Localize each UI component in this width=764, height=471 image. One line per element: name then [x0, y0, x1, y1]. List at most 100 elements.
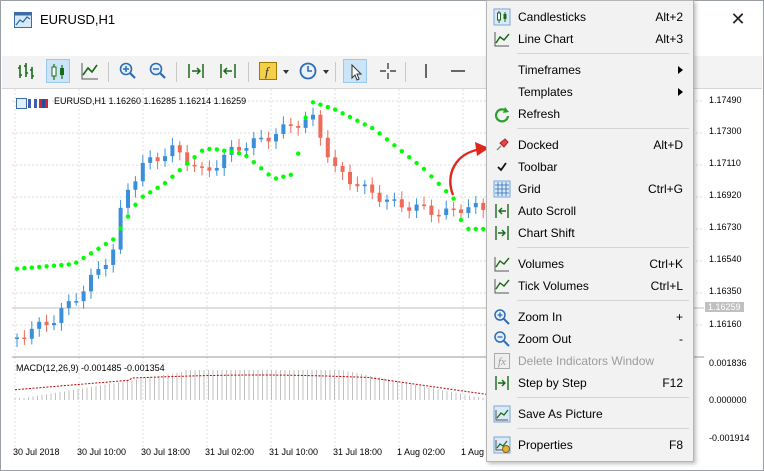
sar-dot [192, 155, 197, 160]
menu-item-chart-shift[interactable]: Chart Shift [489, 222, 691, 244]
toolbar-separator [405, 62, 406, 82]
menu-item-volumes[interactable]: Volumes Ctrl+K [489, 253, 691, 275]
menu-item-save-as-picture[interactable]: Save As Picture [489, 403, 691, 425]
menu-item-label: Delete Indicators Window [518, 354, 655, 368]
sar-dot [429, 174, 434, 179]
vertical-line-button[interactable] [414, 59, 438, 83]
sar-dot [296, 151, 301, 156]
sar-dot [333, 107, 338, 112]
sar-dot [37, 264, 42, 270]
menu-item-zoom-in[interactable]: Zoom In + [489, 306, 691, 328]
periodicity-icon [299, 62, 317, 80]
close-button[interactable]: ✕ [727, 8, 749, 30]
sar-dot [140, 194, 145, 199]
zoom-in-button[interactable] [116, 59, 140, 83]
price-label: 1.16730 [709, 222, 742, 232]
chart-shift-button[interactable] [184, 59, 208, 83]
menu-item-shortcut: Ctrl+L [650, 279, 683, 293]
auto-scroll-button[interactable] [216, 59, 240, 83]
menu-item-shortcut: - [679, 332, 683, 346]
menu-item-label: Toolbar [518, 160, 558, 174]
horizontal-line-button[interactable] [446, 59, 470, 83]
candle [89, 274, 93, 292]
menu-item-docked[interactable]: Docked Alt+D [489, 134, 691, 156]
menu-item-label: Candlesticks [518, 10, 587, 24]
candle [126, 189, 130, 208]
price-label: 1.16350 [709, 286, 742, 296]
toolbar-separator [176, 62, 177, 82]
menu-item-candlesticks[interactable]: Candlesticks Alt+2 [489, 6, 691, 28]
menu-item-properties[interactable]: Properties F8 [489, 434, 691, 456]
crosshair-icon [380, 63, 396, 79]
menu-item-templates[interactable]: Templates [489, 81, 691, 103]
menu-item-timeframes[interactable]: Timeframes [489, 59, 691, 81]
sar-dot [362, 122, 367, 127]
price-scale[interactable]: 1.17490 1.17300 1.17110 1.16920 1.16730 … [704, 89, 760, 456]
menu-item-tick-volumes[interactable]: Tick Volumes Ctrl+L [489, 275, 691, 297]
auto-scroll-icon [493, 202, 511, 220]
indicators-button[interactable]: f [256, 59, 280, 83]
sar-dot [273, 176, 279, 181]
bar-chart-icon [18, 63, 34, 79]
sar-dot [155, 185, 160, 191]
sar-dot [22, 265, 27, 271]
candle [481, 203, 486, 210]
menu-item-shortcut: Ctrl+G [647, 182, 683, 196]
periodicity-dropdown-icon[interactable] [323, 70, 329, 74]
sar-dot [407, 154, 412, 160]
candle [155, 157, 160, 162]
sar-dot [214, 147, 219, 152]
indicators-dropdown-icon[interactable] [283, 70, 289, 74]
current-price-label: 1.16259 [705, 302, 744, 312]
submenu-arrow-icon [678, 88, 683, 96]
pin-icon [493, 136, 511, 154]
crosshair-button[interactable] [376, 59, 400, 83]
zoom-out-icon [493, 330, 511, 348]
sar-dot [355, 118, 360, 123]
line-chart-button[interactable] [78, 59, 102, 83]
candle [66, 301, 71, 309]
menu-item-line-chart[interactable]: Line Chart Alt+3 [489, 28, 691, 50]
menu-item-shortcut: F8 [668, 438, 683, 452]
menu-item-toolbar[interactable]: Toolbar [489, 156, 691, 178]
sar-dot [170, 174, 175, 179]
menu-item-grid[interactable]: Grid Ctrl+G [489, 178, 691, 200]
menu-item-refresh[interactable]: Refresh [489, 103, 691, 125]
periodicity-button[interactable] [296, 59, 320, 83]
candlesticks-icon [493, 8, 511, 26]
cursor-button[interactable] [343, 59, 367, 83]
menu-item-delete-indicators-window[interactable]: fx Delete Indicators Window [489, 350, 691, 372]
sar-dot [325, 104, 330, 110]
menu-item-label: Tick Volumes [518, 279, 589, 293]
candle [207, 167, 212, 171]
menu-item-zoom-out[interactable]: Zoom Out - [489, 328, 691, 350]
bar-chart-button[interactable] [14, 59, 38, 83]
sar-dot [340, 111, 345, 116]
candle [133, 181, 138, 190]
sar-dot [236, 150, 242, 156]
sar-dot [14, 266, 20, 271]
menu-item-label: Auto Scroll [518, 204, 577, 218]
sar-dot [281, 174, 286, 179]
sar-dot [466, 226, 471, 232]
menu-item-auto-scroll[interactable]: Auto Scroll [489, 200, 691, 222]
svg-text:fx: fx [498, 356, 506, 368]
candle [325, 137, 330, 158]
candle [251, 138, 256, 149]
candle [459, 209, 463, 214]
candlesticks-button[interactable] [46, 59, 70, 83]
candle [81, 291, 86, 302]
candle [140, 162, 145, 182]
sar-dot [74, 260, 79, 265]
menu-item-shortcut: F12 [662, 376, 683, 390]
macd-label: 0.001836 [709, 358, 747, 368]
sar-dot [310, 100, 316, 105]
vertical-line-icon [425, 64, 427, 78]
sar-dot [318, 102, 323, 107]
menu-item-step-by-step[interactable]: Step by Step F12 [489, 372, 691, 394]
submenu-arrow-icon [678, 66, 683, 74]
toolbar-separator [108, 62, 109, 82]
candle [370, 184, 375, 193]
zoom-out-button[interactable] [146, 59, 170, 83]
tick-volumes-icon [493, 277, 511, 295]
